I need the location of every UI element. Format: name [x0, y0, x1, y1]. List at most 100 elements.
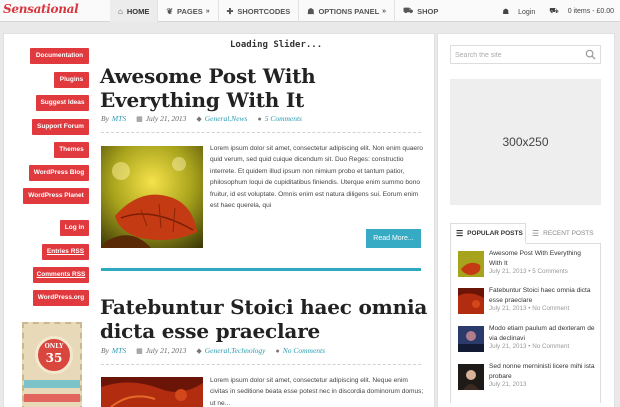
portrait-thumbnail-image: [458, 364, 484, 390]
link-comments-rss[interactable]: Comments RSS: [33, 267, 89, 283]
stamp-band: [24, 380, 80, 388]
link-documentation[interactable]: Documentation: [30, 48, 89, 64]
post-thumbnail[interactable]: [101, 146, 203, 248]
home-icon: ⌂: [118, 6, 123, 16]
nav-home[interactable]: ⌂ HOME: [110, 0, 158, 22]
ad-placeholder[interactable]: 300x250: [450, 79, 601, 205]
tag-icon: ◆: [196, 346, 202, 355]
nav-shortcodes[interactable]: ✚ SHORTCODES: [219, 0, 299, 22]
popular-post-title[interactable]: Awesome Post With Everything With It: [489, 249, 595, 268]
link-support-forum[interactable]: Support Forum: [32, 119, 89, 135]
post-thumbnail: [458, 364, 484, 390]
nav-pages[interactable]: ❦ PAGES »: [158, 0, 217, 22]
nav-shortcodes-label: SHORTCODES: [237, 6, 291, 16]
popular-post-title[interactable]: Fatebuntur Stoici haec omnia dicta esse …: [489, 286, 595, 305]
plus-icon: ✚: [226, 6, 234, 16]
post-date: July 21, 2013: [145, 114, 187, 123]
comments-link[interactable]: 5 Comments: [265, 114, 302, 123]
divider: [101, 364, 421, 365]
tab-recent-label: RECENT POSTS: [543, 229, 594, 237]
main-nav: ⌂ HOME ❦ PAGES » ✚ SHORTCODES ☗ OPTIONS …: [110, 0, 446, 22]
login-link[interactable]: ☗ Login: [495, 7, 535, 16]
nav-home-label: HOME: [126, 6, 150, 16]
link-wordpress-blog[interactable]: WordPress Blog: [29, 165, 89, 181]
popular-post-meta: July 21, 2013 • No Comment: [489, 343, 570, 350]
autumn-leaf-image: [101, 146, 203, 248]
nav-shop-label: SHOP: [417, 6, 439, 16]
user-icon: ☗: [307, 6, 315, 16]
link-log-in[interactable]: Log in: [60, 220, 89, 236]
cart-icon: ⛟: [403, 6, 414, 15]
comments-link[interactable]: No Comments: [283, 346, 325, 355]
tab-popular-posts[interactable]: ☰ POPULAR POSTS: [450, 223, 526, 243]
tag-icon: ◆: [196, 114, 202, 123]
read-more-button[interactable]: Read More...: [366, 229, 421, 248]
night-city-thumbnail-image: [458, 326, 484, 352]
popular-post-date: July 21, 2013: [489, 381, 527, 388]
link-themes[interactable]: Themes: [54, 142, 89, 158]
meta-by: By: [101, 114, 109, 123]
list-icon: ☰: [532, 228, 540, 238]
post-title-line: Everything With It: [100, 88, 305, 112]
popular-post-meta: July 21, 2013: [489, 381, 526, 388]
popular-post-comments: 5 Comments: [532, 268, 568, 275]
link-suggest-ideas[interactable]: Suggest Ideas: [36, 95, 89, 111]
popular-post-date: July 21, 2013: [489, 305, 527, 312]
category-links[interactable]: General,News: [205, 114, 248, 123]
search-input[interactable]: [455, 49, 580, 61]
cart-summary: 0 items - £0.00: [567, 8, 614, 15]
list-icon: ☰: [456, 229, 464, 238]
tab-popular-label: POPULAR POSTS: [467, 230, 523, 237]
popular-post-title[interactable]: Sed nonne merninisti licere mihi ista pr…: [489, 362, 595, 381]
user-icon: ☗: [502, 6, 510, 16]
cart-link[interactable]: ⛟ 0 items - £0.00: [542, 6, 614, 16]
post-thumbnail: [458, 251, 484, 277]
post-title[interactable]: Fatebuntur Stoici haec omnia dicta esse …: [100, 295, 427, 343]
list-item[interactable]: Fatebuntur Stoici haec omnia dicta esse …: [457, 286, 602, 318]
link-wordpress-org[interactable]: WordPress.org: [33, 290, 89, 306]
nav-shop[interactable]: ⛟ SHOP: [395, 0, 446, 22]
author-link[interactable]: MTS: [112, 346, 126, 355]
post-title[interactable]: Awesome Post With Everything With It: [100, 64, 316, 112]
autumn-leaves-image: [101, 377, 203, 407]
search-box[interactable]: [450, 45, 601, 64]
popular-post-date: July 21, 2013: [489, 343, 527, 350]
cart-icon: ⛟: [549, 6, 559, 15]
meta-by: By: [101, 346, 109, 355]
top-navigation-bar: Sensational ⌂ HOME ❦ PAGES » ✚ SHORTCODE…: [0, 0, 620, 22]
price-badge: ONLY 35: [35, 336, 73, 374]
list-item[interactable]: Sed nonne merninisti licere mihi ista pr…: [457, 362, 602, 394]
nav-options-panel[interactable]: ☗ OPTIONS PANEL »: [299, 0, 394, 22]
comment-icon: ●: [275, 346, 280, 355]
leaf-icon: ❦: [166, 6, 174, 16]
site-logo[interactable]: Sensational: [3, 2, 79, 16]
account-area: ☗ Login ⛟ 0 items - £0.00: [488, 0, 614, 22]
promo-stamp-image[interactable]: ONLY 35: [22, 322, 82, 407]
post-thumbnail[interactable]: [101, 377, 203, 407]
ad-size-label: 300x250: [502, 135, 549, 149]
link-entries-rss[interactable]: Entries RSS: [42, 244, 89, 260]
author-link[interactable]: MTS: [112, 114, 126, 123]
popular-post-comments: No Comment: [532, 343, 570, 350]
category-links[interactable]: General,Technology: [205, 346, 266, 355]
posts-tabs: ☰ POPULAR POSTS ☰ RECENT POSTS: [450, 223, 601, 243]
comment-icon: ●: [257, 114, 262, 123]
leaves-thumbnail-image: [458, 288, 484, 314]
slider-loading-text: Loading Slider...: [230, 40, 323, 50]
list-item[interactable]: Modo etiam paulum ad dexteram de via dec…: [457, 324, 602, 356]
tab-recent-posts[interactable]: ☰ RECENT POSTS: [529, 223, 601, 243]
link-wordpress-planet[interactable]: WordPress Planet: [23, 188, 89, 204]
search-icon[interactable]: [585, 49, 596, 60]
popular-post-title[interactable]: Modo etiam paulum ad dexteram de via dec…: [489, 324, 595, 343]
post-title-line: Fatebuntur Stoici haec omnia: [100, 295, 428, 319]
chevron-right-icon: »: [382, 7, 387, 15]
popular-post-date: July 21, 2013: [489, 268, 527, 275]
popular-post-comments: No Comment: [532, 305, 570, 312]
list-item[interactable]: Awesome Post With Everything With It Jul…: [457, 249, 602, 281]
post-excerpt: Lorem ipsum dolor sit amet, consectetur …: [210, 145, 423, 210]
login-label: Login: [518, 8, 536, 16]
link-plugins[interactable]: Plugins: [54, 72, 89, 88]
stamp-band: [24, 394, 80, 402]
promo-only-label: ONLY: [44, 343, 64, 350]
post-title-line: dicta esse praeclare: [100, 319, 321, 343]
